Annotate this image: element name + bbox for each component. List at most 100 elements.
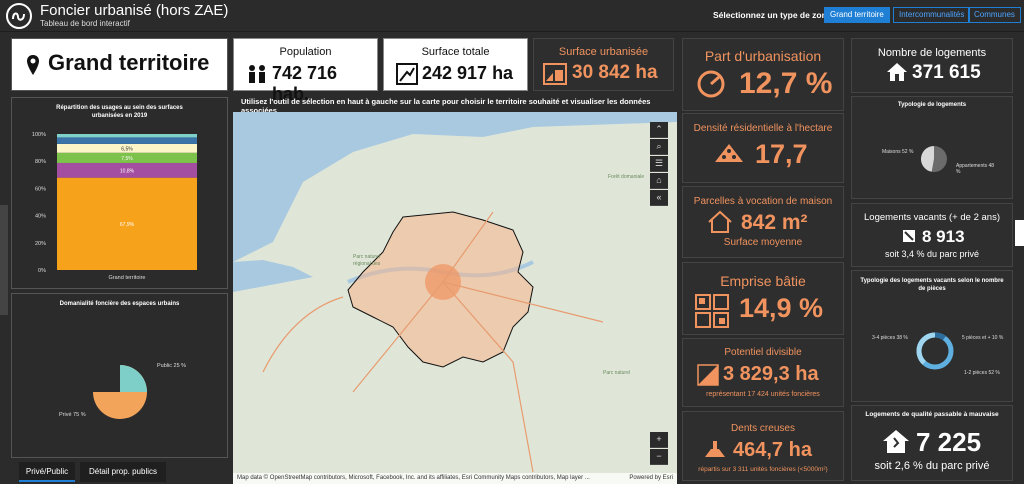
typologie-label-maisons: Maisons 52 %	[882, 149, 914, 155]
app-subtitle: Tableau de bord interactif	[40, 19, 130, 28]
map-pin-icon	[27, 55, 39, 75]
tab-prive-public[interactable]: Privé/Public	[19, 462, 75, 482]
potentiel-label: Potentiel divisible	[724, 347, 802, 358]
area-icon	[396, 63, 418, 85]
y-tick-label: 40%	[35, 214, 46, 220]
typo-vacants-label-5plus: 5 pièces et + 10 %	[962, 335, 1004, 341]
surface-totale-value: 242 917 ha	[422, 63, 514, 83]
dents-creuses-label: Dents creuses	[731, 423, 795, 434]
typo-vacants-title: Typologie des logements vacants selon le…	[860, 278, 1004, 292]
dents-creuses-sub: répartis sur 3 311 unités foncières (<50…	[698, 466, 828, 473]
domanialite-label-public: Public 25 %	[157, 363, 187, 369]
map-attribution: Map data © OpenStreetMap contributors, M…	[233, 473, 677, 484]
left-panel-handle[interactable]	[0, 205, 8, 315]
donut-slice-3-4	[916, 332, 936, 365]
typo-vacants-donut-chart	[916, 332, 954, 370]
people-icon	[249, 65, 265, 83]
buildings-grid-icon	[695, 294, 729, 328]
potentiel-sub: représentant 17 424 unités foncières	[706, 391, 820, 398]
map-expand-icon[interactable]: «	[650, 190, 668, 206]
typologie-pie-chart	[920, 145, 947, 172]
logements-value: 371 615	[912, 62, 981, 83]
parcelles-card: Parcelles à vocation de maison 842 m² Su…	[682, 186, 844, 258]
app-header: Foncier urbanisé (hors ZAE) Tableau de b…	[0, 0, 1024, 32]
zoom-out-icon[interactable]: −	[650, 449, 668, 465]
house-icon	[887, 63, 907, 81]
part-urbanisation-value: 12,7 %	[739, 67, 833, 100]
map-search-icon[interactable]: ⌕	[650, 139, 668, 155]
emprise-card: Emprise bâtie 14,9 %	[682, 262, 844, 335]
parcelles-sub: Surface moyenne	[723, 237, 803, 248]
pie-slice-public	[120, 365, 147, 392]
bar-data-label: 10,8%	[120, 168, 135, 174]
map-home-icon[interactable]: ⌂	[650, 173, 668, 189]
parcelles-value: 842 m²	[741, 211, 808, 234]
typo-vacants-card: Typologie des logements vacants selon le…	[851, 270, 1013, 402]
house-outline-icon	[708, 210, 732, 233]
typologie-card: Typologie de logements Maisons 52 % Appa…	[851, 96, 1013, 199]
divisible-icon	[697, 364, 719, 386]
territory-name: Grand territoire	[48, 50, 210, 75]
potentiel-value: 3 829,3 ha	[723, 363, 819, 385]
part-urbanisation-card: Part d'urbanisation 12,7 %	[682, 38, 844, 111]
emprise-label: Emprise bâtie	[720, 273, 806, 289]
densite-value: 17,7	[755, 139, 808, 169]
vacants-value: 8 913	[922, 227, 965, 246]
passable-sub: soit 2,6 % du parc privé	[874, 460, 990, 472]
y-tick-label: 0%	[38, 268, 46, 274]
map-view[interactable]: Forêt domaniale Parc naturel régional de…	[233, 112, 677, 484]
app-title: Foncier urbanisé (hors ZAE)	[40, 2, 229, 19]
svg-text:régional des: régional des	[353, 261, 381, 267]
y-tick-label: 100%	[32, 132, 46, 138]
svg-text:Parc naturel: Parc naturel	[353, 254, 380, 260]
potentiel-card: Potentiel divisible 3 829,3 ha représent…	[682, 338, 844, 407]
bar-segment[interactable]	[57, 137, 197, 144]
passable-label: Logements de qualité passable à mauvaise	[865, 411, 999, 418]
passable-value: 7 225	[916, 427, 982, 457]
hole-icon	[705, 441, 725, 457]
domanialite-label-prive: Privé 75 %	[59, 412, 86, 418]
map-collapse-icon[interactable]: ⌃	[650, 122, 668, 138]
density-icon	[715, 144, 743, 162]
y-tick-label: 20%	[35, 241, 46, 247]
logements-label: Nombre de logements	[877, 47, 987, 59]
urban-area-icon	[543, 63, 567, 85]
y-tick-label: 60%	[35, 186, 46, 192]
surface-urbanisee-value: 30 842 ha	[572, 62, 658, 83]
typologie-title: Typologie de logements	[897, 102, 967, 108]
zone-button-communes[interactable]: Communes	[968, 7, 1021, 23]
typologie-label-appartements: Appartements 48 %	[956, 163, 995, 175]
vacants-label: Logements vacants (+ de 2 ans)	[864, 212, 1000, 223]
bar-segment[interactable]	[57, 134, 197, 138]
damaged-house-icon	[883, 430, 909, 453]
pie-slice-appartements	[920, 145, 934, 172]
surface-totale-card: Surface totale 242 917 ha	[383, 38, 528, 91]
parcelles-label: Parcelles à vocation de maison	[693, 196, 833, 207]
territory-card: Grand territoire	[11, 38, 228, 91]
domanialite-chart-title: Domanialité foncière des espaces urbains	[59, 301, 180, 307]
population-label: Population	[279, 46, 332, 58]
zoom-in-icon[interactable]: +	[650, 432, 668, 448]
tab-detail-prop-publics[interactable]: Détail prop. publics	[80, 462, 166, 482]
map-list-icon[interactable]: ☰	[650, 156, 668, 172]
right-panel-handle[interactable]	[1015, 220, 1024, 246]
zone-type-label: Sélectionnez un type de zone	[713, 10, 832, 20]
x-category-label: Grand territoire	[109, 275, 146, 281]
usages-chart: 100% 80% 60% 40% 20% 0% 67,9% 10,8% 7,5% 6,5% Gran…	[32, 132, 197, 281]
map-powered-by: Powered by Esri	[629, 475, 673, 481]
typo-vacants-label-3-4: 3-4 pièces 38 %	[872, 335, 908, 341]
svg-text:Parc naturel: Parc naturel	[603, 370, 630, 376]
bar-data-label: 6,5%	[121, 146, 133, 152]
typo-vacants-label-1-2: 1-2 pièces 52 %	[964, 370, 1000, 376]
domanialite-pie-chart	[93, 365, 147, 419]
emprise-value: 14,9 %	[739, 293, 824, 323]
domanialite-chart-panel: Domanialité foncière des espaces urbains…	[11, 293, 228, 458]
bar-data-label: 7,5%	[121, 156, 133, 162]
surface-urbanisee-label: Surface urbanisée	[558, 46, 649, 58]
surface-totale-label: Surface totale	[421, 46, 490, 58]
bar-data-label: 67,9%	[120, 222, 135, 228]
zone-button-grand-territoire[interactable]: Grand territoire	[824, 7, 890, 23]
zone-button-intercommunalites[interactable]: Intercommunalités	[893, 7, 971, 23]
usages-chart-panel: Répartition des usages au sein des surfa…	[11, 97, 228, 289]
densite-card: Densité résidentielle à l'hectare 17,7	[682, 113, 844, 183]
